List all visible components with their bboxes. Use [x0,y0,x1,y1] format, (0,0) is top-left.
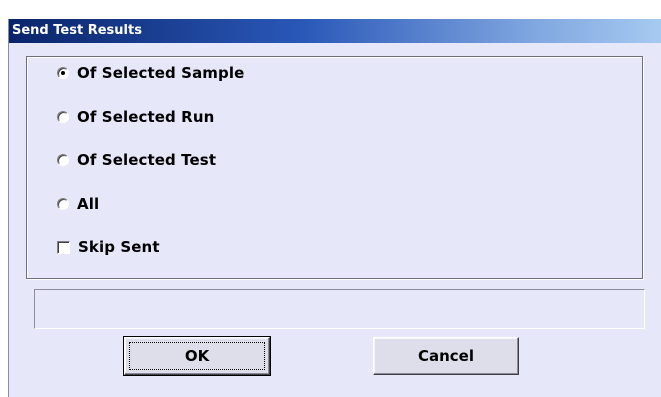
radio-button-icon[interactable] [57,154,69,166]
radio-label-of-selected-sample[interactable]: Of Selected Sample [77,64,244,82]
radio-all[interactable]: All [57,194,99,214]
radio-of-selected-test[interactable]: Of Selected Test [57,150,216,170]
send-options-group: Of Selected Sample Of Selected Run Of Se… [26,56,643,279]
radio-of-selected-run[interactable]: Of Selected Run [57,107,214,127]
dialog-title: Send Test Results [12,23,142,38]
radio-label-all[interactable]: All [77,195,99,213]
radio-button-icon[interactable] [57,67,69,79]
radio-button-icon[interactable] [57,111,69,123]
radio-button-icon[interactable] [57,198,69,210]
radio-of-selected-sample[interactable]: Of Selected Sample [57,63,244,83]
ok-button-label: OK [184,347,210,365]
radio-label-of-selected-test[interactable]: Of Selected Test [77,151,216,169]
checkbox-icon[interactable] [57,240,70,254]
send-test-results-dialog: Send Test Results Of Selected Sample Of … [8,19,661,397]
cancel-button-label: Cancel [417,347,474,365]
radio-selected-dot [61,71,65,75]
status-message-box [34,289,645,329]
title-bar[interactable]: Send Test Results [9,19,661,43]
checkbox-label-skip-sent[interactable]: Skip Sent [78,238,160,256]
cancel-button[interactable]: Cancel [373,337,519,375]
ok-button[interactable]: OK [123,336,271,376]
radio-label-of-selected-run[interactable]: Of Selected Run [77,108,214,126]
checkbox-skip-sent[interactable]: Skip Sent [57,237,160,257]
